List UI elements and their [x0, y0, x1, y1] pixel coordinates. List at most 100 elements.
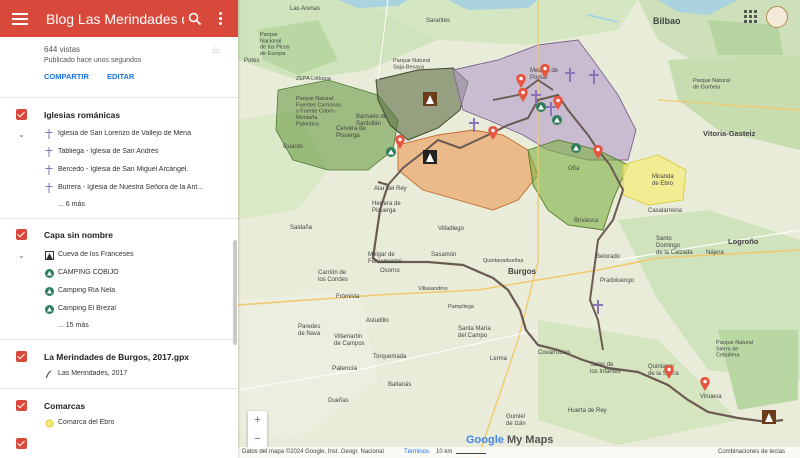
cross-icon: [44, 129, 54, 139]
attribution-bar: Datos del mapa ©2024 Google, Inst. Geogr…: [238, 447, 800, 458]
region-icon: [44, 418, 54, 428]
camping-marker: [571, 143, 581, 153]
route-icon: [44, 369, 54, 379]
label-quintanaduenas: Quintanadueñas: [483, 258, 524, 264]
menu-icon[interactable]: [12, 12, 28, 25]
list-item[interactable]: Camping Ría Nela: [0, 283, 238, 301]
layer-title: Comarcas: [44, 401, 86, 411]
share-button[interactable]: COMPARTIR: [44, 72, 89, 81]
label-vinuesa: Vinuesa: [700, 394, 722, 400]
map-canvas[interactable]: Las Arenas Sarantes Bilbao Parque Naciona…: [238, 0, 800, 458]
label-vitoria: Vitoria-Gasteiz: [703, 129, 756, 138]
view-count: 644 vistas: [44, 45, 81, 54]
map-svg: Las Arenas Sarantes Bilbao Parque Naciona…: [238, 0, 800, 458]
label-alar: Alar del Rey: [374, 186, 407, 192]
label-logrono: Logroño: [728, 237, 759, 246]
list-item[interactable]: Tabliega - Iglesia de San Andrés: [0, 144, 238, 162]
cross-icon: [44, 165, 54, 175]
camping-marker: [386, 147, 396, 157]
google-my-maps-logo: Google My Maps: [466, 434, 554, 446]
label-villadiego: Villadiego: [438, 226, 465, 232]
more-items-link[interactable]: ... 15 más: [0, 319, 238, 339]
label-ona: Oña: [568, 166, 580, 172]
map-info: 644 vistas Publicado hace unos segundos …: [0, 37, 238, 97]
label-baltanas: Baltanás: [388, 382, 411, 388]
label-santa-maria: Santa María del Campo: [458, 326, 491, 339]
published-status: Publicado hace unos segundos: [44, 57, 142, 64]
edit-button[interactable]: EDITAR: [107, 72, 134, 81]
scale-label: 10 km: [436, 449, 453, 455]
layer-gpx: La Merindades de Burgos, 2017.gpx Las Me…: [0, 340, 238, 388]
label-belorado: Belorado: [596, 254, 621, 260]
label-huerta: Huerta de Rey: [568, 408, 607, 414]
keyboard-shortcuts-link[interactable]: Combinaciones de teclas: [718, 449, 785, 455]
cross-icon: [44, 147, 54, 157]
layer-title: Iglesias románicas: [44, 110, 121, 120]
label-saldana: Saldaña: [290, 225, 313, 231]
zoom-in-button[interactable]: +: [248, 411, 267, 430]
label-covarrubias: Covarrubias: [538, 350, 570, 356]
cave-icon: [44, 250, 54, 260]
layer-checkbox[interactable]: [16, 229, 27, 240]
avatar[interactable]: [766, 6, 788, 28]
label-najera: Nájera: [706, 250, 724, 256]
terms-link[interactable]: Términos: [404, 449, 429, 455]
layer-checkbox[interactable]: [16, 351, 27, 362]
star-icon[interactable]: ☆: [211, 44, 221, 57]
label-briviesca: Briviesca: [574, 218, 599, 224]
camping-marker: [552, 115, 562, 125]
label-fromista: Frómista: [336, 294, 360, 300]
label-pradoluengo: Pradoluengo: [600, 278, 635, 284]
map-attribution: Datos del mapa ©2024 Google, Inst. Geogr…: [242, 449, 384, 455]
search-icon[interactable]: [188, 12, 202, 26]
layer-title: Capa sin nombre: [44, 230, 113, 240]
list-item[interactable]: Butrera - Iglesia de Nuestra Señora de l…: [0, 180, 238, 198]
list-item[interactable]: Camping El Brezal: [0, 301, 238, 319]
cave-marker: [762, 410, 776, 424]
label-burgos: Burgos: [508, 267, 537, 276]
layer-iglesias: Iglesias románicas ⌄ Iglesia de San Lore…: [0, 98, 238, 218]
label-guardo: Guardo: [283, 144, 304, 150]
scale-bar: [456, 453, 486, 454]
layer-checkbox[interactable]: [16, 400, 27, 411]
apps-grid-icon[interactable]: [744, 10, 758, 24]
cross-icon: [44, 183, 54, 193]
label-potes: Potes: [244, 58, 259, 64]
zoom-control: + −: [248, 411, 267, 449]
label-lerma: Lerma: [490, 356, 508, 362]
layer-checkbox[interactable]: [16, 109, 27, 120]
label-casalarreina: Casalarreina: [648, 208, 683, 214]
label-osorno: Osorno: [380, 268, 400, 274]
layer-checkbox[interactable]: [16, 438, 27, 449]
list-item[interactable]: CAMPING COBIJO: [0, 265, 238, 283]
list-item[interactable]: Iglesia de San Lorenzo de Vallejo de Men…: [0, 126, 238, 144]
list-item[interactable]: Cueva de los Franceses: [0, 247, 238, 265]
scrollbar[interactable]: [233, 240, 237, 345]
list-item[interactable]: Las Merindades, 2017: [0, 366, 238, 388]
map-title[interactable]: Blog Las Merindades de B...: [46, 11, 184, 27]
label-pampliega: Pampliega: [448, 304, 475, 310]
label-gumiel: Gumiel de Izán: [506, 414, 526, 427]
camping-icon: [44, 304, 54, 314]
label-villamartin: Villamartín de Campos: [334, 334, 365, 347]
label-las-arenas: Las Arenas: [290, 6, 320, 12]
label-sarantes: Sarantes: [426, 18, 450, 24]
label-bilbao: Bilbao: [653, 16, 681, 26]
label-palencia: Palencia: [332, 365, 357, 372]
cave-marker: [423, 92, 437, 106]
list-item[interactable]: Bercedo - Iglesia de San Miguel Arcángel…: [0, 162, 238, 180]
more-items-link[interactable]: ... 6 más: [0, 198, 238, 218]
label-carrion: Carrión de los Condes: [318, 270, 348, 283]
label-astudillo: Astudillo: [366, 318, 389, 324]
label-villasandino: Villasandino: [418, 286, 448, 292]
list-item[interactable]: Comarca del Ebro: [0, 415, 238, 433]
app-header: Blog Las Merindades de B...: [0, 0, 238, 37]
layer-capa: Capa sin nombre ⌄ Cueva de los Franceses…: [0, 219, 238, 339]
more-options-icon[interactable]: [219, 12, 223, 25]
camping-marker: [536, 102, 546, 112]
label-zepa: ZEPA Liébana: [296, 76, 332, 82]
label-duenas: Dueñas: [328, 398, 349, 404]
layer-title: La Merindades de Burgos, 2017.gpx: [44, 352, 190, 362]
label-paredes: Paredes de Nava: [298, 324, 321, 337]
label-sasamon: Sasamón: [431, 252, 456, 258]
